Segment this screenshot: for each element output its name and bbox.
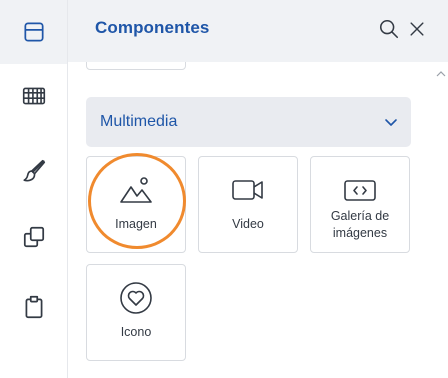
brush-icon: [22, 159, 45, 182]
clipboard-icon: [25, 295, 42, 319]
section-label: Multimedia: [100, 113, 178, 130]
sidebar-item-brush[interactable]: [0, 139, 67, 203]
component-label: Video: [232, 217, 264, 231]
sidebar-item-layout[interactable]: [0, 0, 67, 64]
component-card-video[interactable]: Video: [198, 156, 298, 253]
sidebar-item-copy[interactable]: [0, 205, 67, 269]
section-multimedia[interactable]: Multimedia: [86, 97, 411, 147]
layout-icon: [23, 22, 44, 42]
component-card-imagen[interactable]: Imagen: [86, 156, 186, 253]
sidebar-item-grid[interactable]: [0, 64, 67, 128]
left-rail: [0, 0, 68, 378]
video-icon: [232, 180, 263, 200]
component-label: Galería de imágenes: [330, 209, 390, 240]
chevron-down-icon: [385, 119, 397, 126]
grid-icon: [22, 87, 45, 105]
close-icon[interactable]: [406, 18, 428, 40]
sidebar-item-clipboard[interactable]: [0, 275, 67, 339]
previous-component-card[interactable]: [86, 62, 186, 70]
scroll-up-icon[interactable]: [436, 70, 446, 78]
components-panel: Multimedia Imagen Video Galería de imáge…: [68, 62, 448, 378]
component-card-galeria[interactable]: Galería de imágenes: [310, 156, 410, 253]
panel-title: Componentes: [95, 18, 210, 37]
component-label: Icono: [120, 325, 152, 339]
copy-icon: [23, 226, 44, 248]
component-card-icono[interactable]: Icono: [86, 264, 186, 361]
gallery-icon: [344, 180, 376, 201]
image-icon: [120, 177, 152, 203]
search-icon[interactable]: [378, 18, 400, 40]
panel-header: Componentes: [68, 0, 448, 62]
heart-icon: [120, 282, 152, 314]
component-label: Imagen: [115, 217, 157, 231]
